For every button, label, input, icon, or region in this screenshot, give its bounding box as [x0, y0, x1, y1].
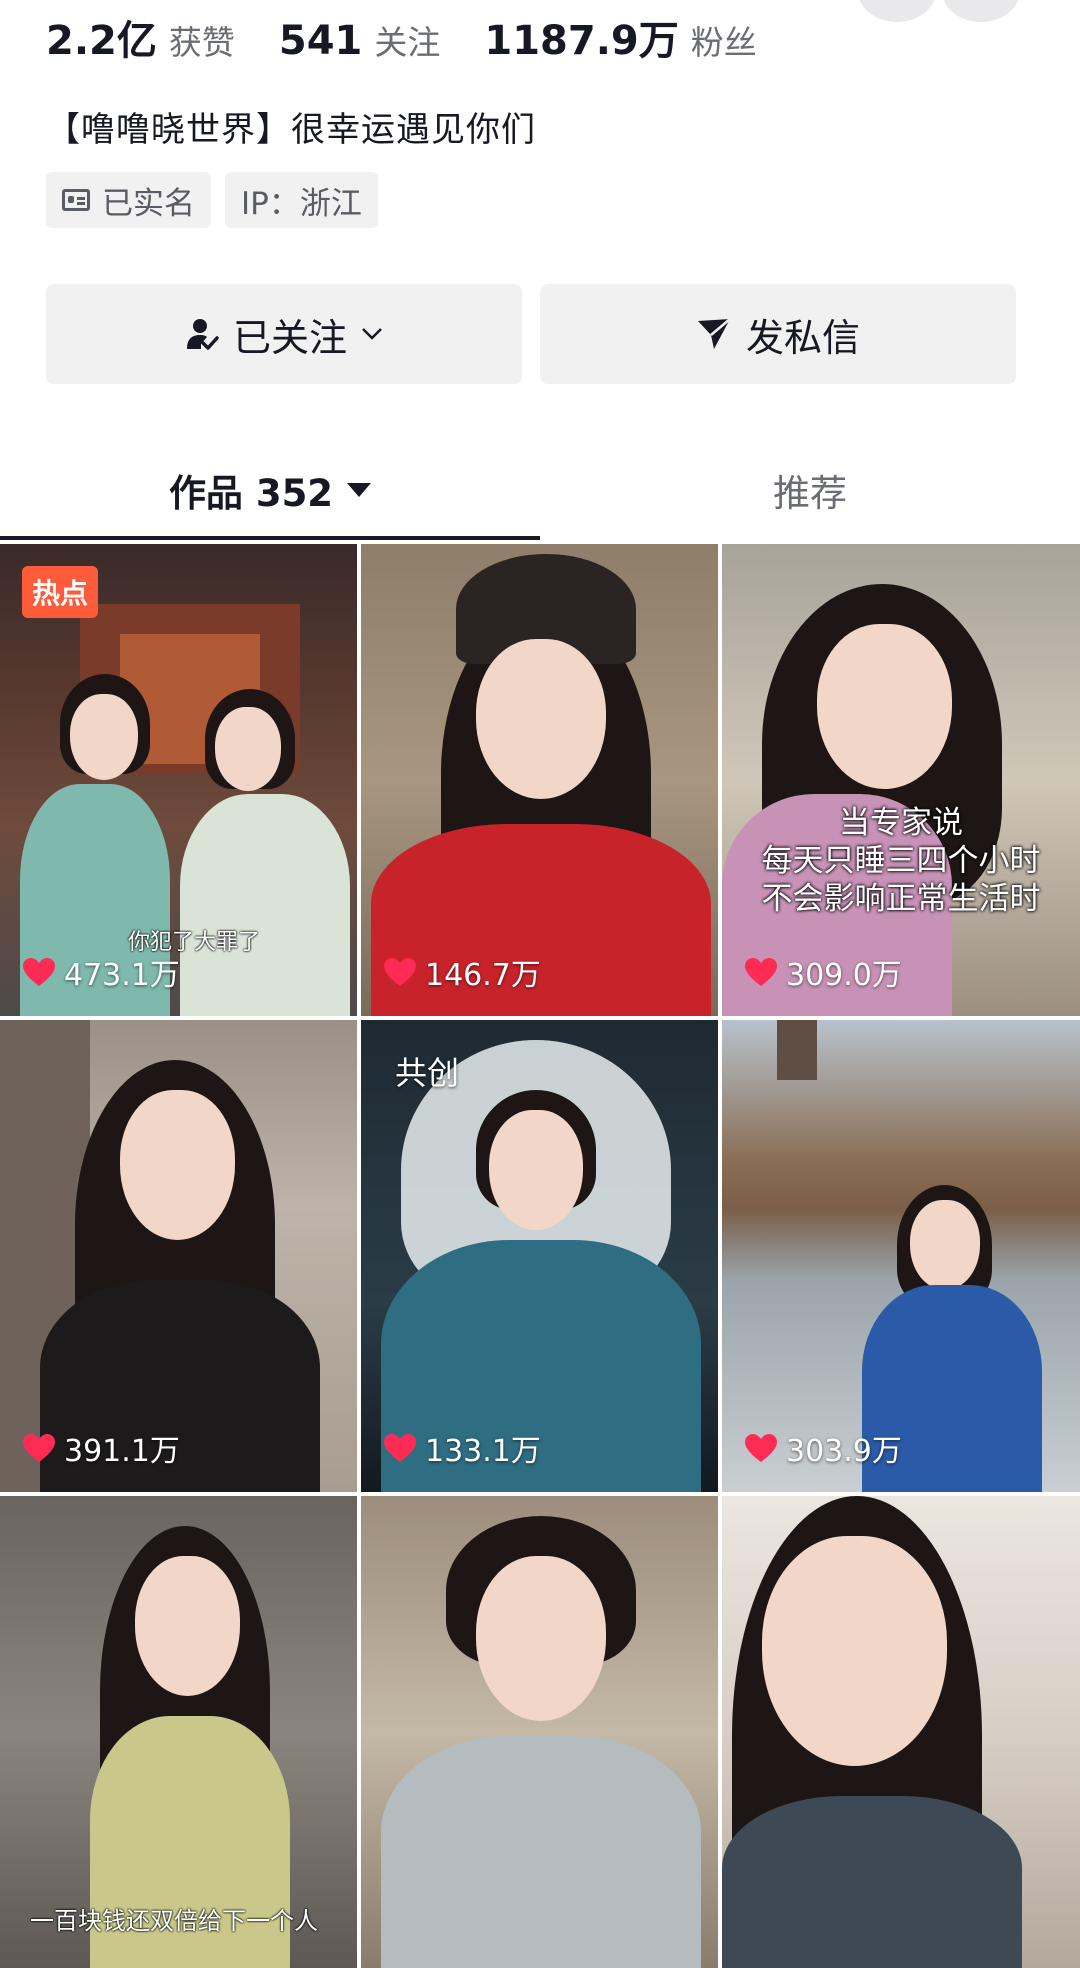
following-button[interactable]: 已关注: [46, 284, 522, 384]
co-create-badge: 共创: [395, 1054, 460, 1092]
figure-face: [135, 1556, 240, 1696]
figure-face: [120, 1090, 235, 1240]
overlay-line: 不会影响正常生活时: [761, 881, 1041, 917]
like-count-value: 391.1万: [64, 1434, 180, 1469]
following-count: 541: [278, 18, 363, 64]
like-count-value: 309.0万: [786, 958, 902, 993]
figure-face: [215, 707, 281, 791]
figure-face: [476, 639, 606, 799]
likes-stat[interactable]: 2.2亿 获赞: [46, 8, 235, 66]
tab-recommend[interactable]: 推荐: [540, 440, 1080, 540]
video-grid: 热点 你犯了大罪了 473.1万 146.7万 当专家说 每天只睡三四个小时 不…: [0, 544, 1080, 1968]
following-stat[interactable]: 541 关注: [279, 16, 441, 64]
like-count: 473.1万: [22, 950, 180, 994]
video-thumbnail[interactable]: 共创 133.1万: [361, 1020, 718, 1492]
like-count-value: 133.1万: [425, 1434, 541, 1469]
verified-tag[interactable]: 已实名: [46, 172, 211, 228]
figure-body: [722, 1796, 1022, 1968]
video-thumbnail[interactable]: [722, 1496, 1080, 1968]
video-thumbnail[interactable]: 146.7万: [361, 544, 718, 1016]
heart-icon: [384, 1434, 416, 1462]
figure-face: [489, 1110, 583, 1230]
figure-body: [180, 794, 350, 1016]
like-count: 309.0万: [744, 950, 902, 994]
heart-icon: [745, 1434, 777, 1462]
send-message-label: 发私信: [745, 315, 860, 360]
ip-location-label: IP：浙江: [241, 185, 362, 222]
video-overlay-text: 当专家说 每天只睡三四个小时 不会影响正常生活时: [722, 804, 1080, 918]
verified-tag-label: 已实名: [102, 185, 195, 222]
like-count-value: 146.7万: [425, 958, 541, 993]
followers-label: 粉丝: [690, 23, 757, 62]
profile-tags: 已实名 IP：浙江: [46, 172, 378, 228]
like-count-value: 303.9万: [786, 1434, 902, 1469]
content-tabs: 作品 352 推荐: [0, 440, 1080, 540]
video-thumbnail[interactable]: 热点 你犯了大罪了 473.1万: [0, 544, 357, 1016]
likes-label: 获赞: [168, 23, 235, 62]
chevron-down-icon: [362, 328, 382, 340]
video-thumbnail[interactable]: [361, 1496, 718, 1968]
figure-face: [70, 694, 138, 780]
overlay-line: 每天只睡三四个小时: [761, 843, 1041, 879]
heart-icon: [23, 958, 55, 986]
user-check-icon: [186, 319, 219, 350]
figure-face: [817, 624, 952, 789]
heart-icon: [745, 958, 777, 986]
video-thumbnail[interactable]: 303.9万: [722, 1020, 1080, 1492]
figure-face: [910, 1200, 980, 1290]
profile-bio: 【噜噜晓世界】很幸运遇见你们: [46, 110, 536, 150]
like-count-value: 473.1万: [64, 958, 180, 993]
like-count: 146.7万: [383, 950, 541, 994]
pagoda: [777, 1020, 817, 1080]
top-button-right[interactable]: [942, 0, 1020, 22]
heart-icon: [384, 958, 416, 986]
id-card-icon: [62, 189, 90, 211]
tab-recommend-label: 推荐: [773, 472, 847, 515]
figure-face: [476, 1556, 606, 1721]
top-button-left[interactable]: [858, 0, 936, 22]
figure-body: [381, 1736, 701, 1968]
like-count: 303.9万: [744, 1426, 902, 1470]
ip-location-tag: IP：浙江: [225, 172, 378, 228]
like-count: 391.1万: [22, 1426, 180, 1470]
video-thumbnail[interactable]: 一百块钱还双倍给下一个人: [0, 1496, 357, 1968]
followers-stat[interactable]: 1187.9万 粉丝: [484, 8, 756, 66]
profile-stats: 2.2亿 获赞 541 关注 1187.9万 粉丝: [46, 8, 801, 72]
video-thumbnail[interactable]: 391.1万: [0, 1020, 357, 1492]
caret-down-icon: [347, 483, 372, 497]
following-label: 关注: [374, 23, 441, 62]
tab-works-label: 作品 352: [168, 472, 334, 515]
following-button-label: 已关注: [232, 315, 347, 360]
video-thumbnail[interactable]: 当专家说 每天只睡三四个小时 不会影响正常生活时 309.0万: [722, 544, 1080, 1016]
followers-count: 1187.9万: [484, 18, 679, 64]
like-count: 133.1万: [383, 1426, 541, 1470]
overlay-line: 当专家说: [839, 805, 963, 841]
heart-icon: [23, 1434, 55, 1462]
send-icon: [697, 318, 731, 349]
hot-badge: 热点: [22, 566, 99, 618]
send-message-button[interactable]: 发私信: [540, 284, 1016, 384]
tab-works[interactable]: 作品 352: [0, 440, 540, 540]
figure-face: [762, 1536, 947, 1766]
likes-count: 2.2亿: [46, 18, 157, 64]
action-buttons: 已关注 发私信: [46, 284, 1016, 384]
